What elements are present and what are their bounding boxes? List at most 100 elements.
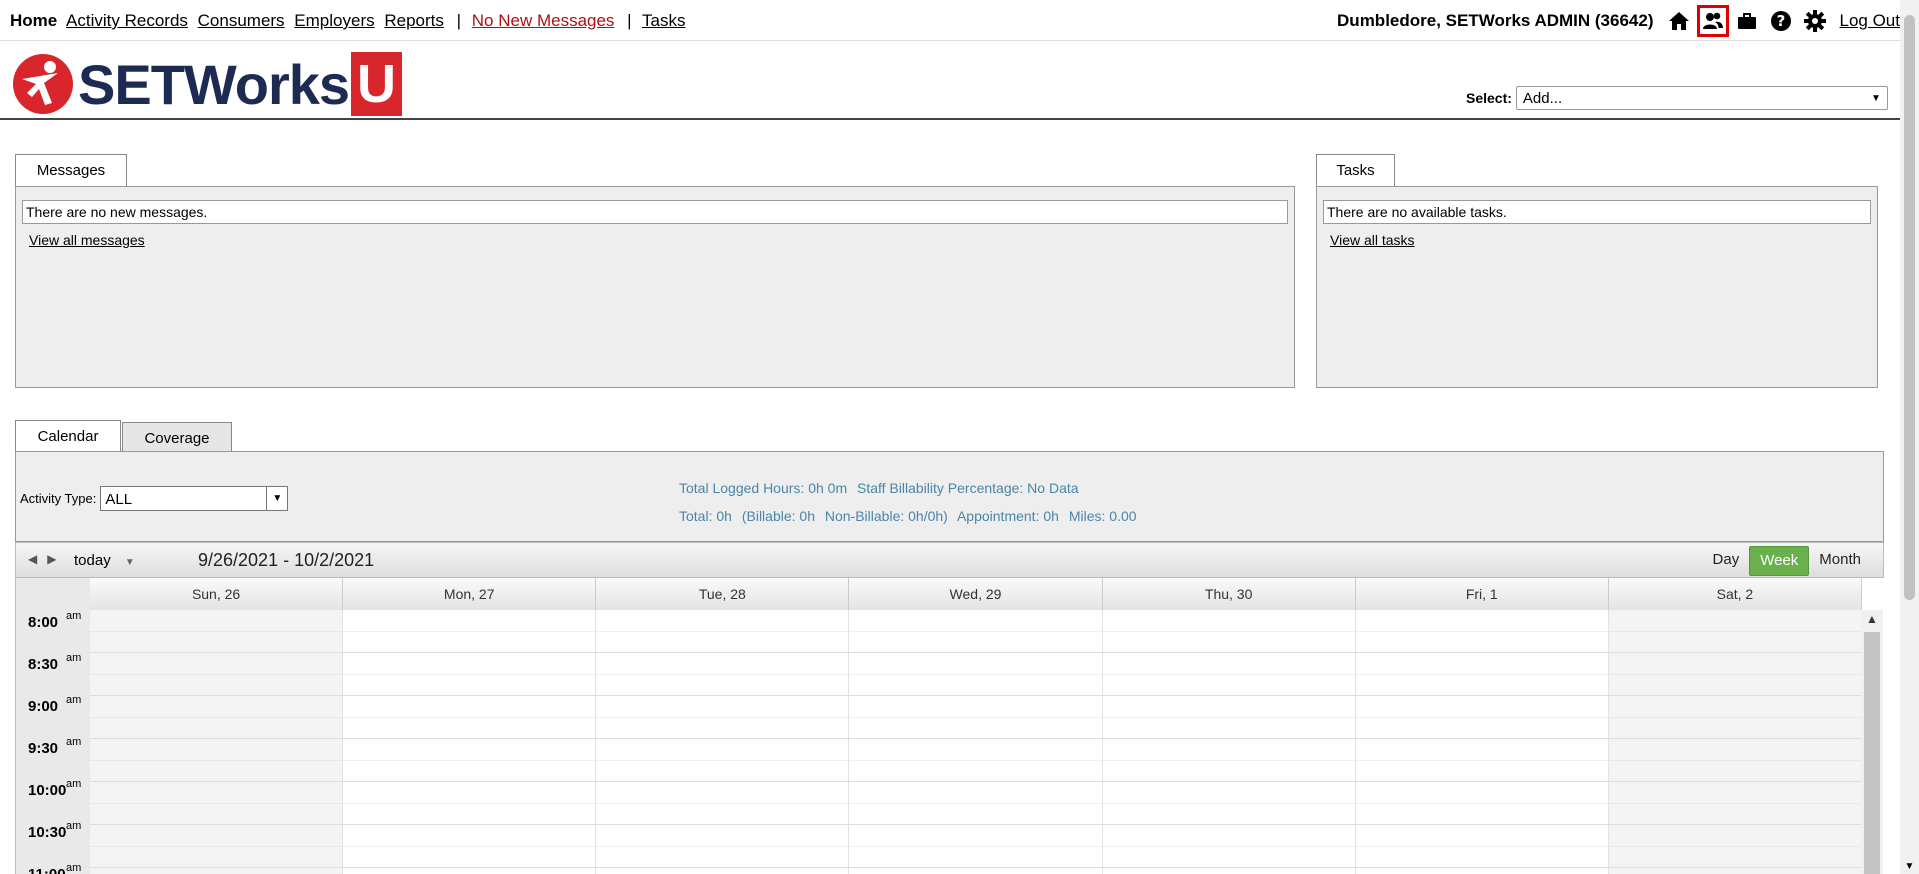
page-scroll-thumb[interactable]	[1904, 15, 1915, 600]
calendar-cell[interactable]	[596, 653, 850, 695]
activity-type-select[interactable]: ALL ▼	[100, 486, 289, 511]
calendar-cell[interactable]	[1102, 653, 1356, 695]
calendar-cell[interactable]	[1608, 610, 1862, 652]
calendar-cell[interactable]	[1355, 825, 1609, 867]
calendar-cell[interactable]	[596, 739, 850, 781]
view-week-button[interactable]: Week	[1749, 546, 1810, 576]
calendar-cell[interactable]	[90, 653, 344, 695]
help-icon[interactable]: ?	[1766, 6, 1796, 36]
miles: Miles: 0.00	[1068, 508, 1137, 524]
calendar-cell[interactable]	[596, 696, 850, 738]
briefcase-icon[interactable]	[1732, 6, 1762, 36]
nav-activity-records[interactable]: Activity Records	[66, 11, 188, 30]
calendar-cell[interactable]	[849, 653, 1103, 695]
calendar-cell[interactable]	[1355, 610, 1609, 652]
nav-consumers[interactable]: Consumers	[198, 11, 285, 30]
calendar-cell[interactable]	[1355, 653, 1609, 695]
setworks-logo[interactable]: SETWorks U	[12, 52, 403, 116]
calendar-cell[interactable]	[343, 696, 597, 738]
activity-type-label: Activity Type:	[20, 491, 97, 506]
tab-coverage[interactable]: Coverage	[122, 422, 232, 452]
calendar-cell[interactable]	[849, 739, 1103, 781]
billable-hours: (Billable: 0h	[741, 508, 815, 524]
calendar-cell[interactable]	[1102, 782, 1356, 824]
view-month-button[interactable]: Month	[1809, 546, 1871, 574]
calendar-cell[interactable]	[90, 782, 344, 824]
time-ampm: am	[66, 820, 82, 832]
calendar-cell[interactable]	[1102, 696, 1356, 738]
calendar-cell[interactable]	[90, 825, 344, 867]
prev-week-icon[interactable]: ◀	[28, 552, 37, 566]
time-slot-row	[90, 653, 1862, 696]
calendar-cell[interactable]	[1355, 868, 1609, 874]
time-hour: 8:30	[28, 656, 59, 673]
time-hour: 9:30	[28, 740, 59, 757]
chevron-down-icon[interactable]: ▼	[1900, 861, 1919, 872]
calendar-cell[interactable]	[1608, 825, 1862, 867]
today-button[interactable]: today ▼	[74, 552, 135, 569]
day-header: Thu, 30	[1103, 578, 1356, 610]
calendar-cell[interactable]	[849, 782, 1103, 824]
calendar-cell[interactable]	[596, 825, 850, 867]
home-icon[interactable]	[1664, 6, 1694, 36]
calendar-cell[interactable]	[343, 825, 597, 867]
calendar-cell[interactable]	[1608, 653, 1862, 695]
calendar-cell[interactable]	[849, 696, 1103, 738]
nav-employers[interactable]: Employers	[294, 11, 374, 30]
day-header: Fri, 1	[1356, 578, 1609, 610]
logo-u: U	[351, 52, 403, 116]
calendar-scrollbar[interactable]: ▲	[1861, 610, 1883, 874]
calendar-cell[interactable]	[849, 868, 1103, 874]
view-all-tasks-link[interactable]: View all tasks	[1330, 232, 1415, 248]
next-week-icon[interactable]: ▶	[47, 552, 56, 566]
calendar-cell[interactable]	[1355, 696, 1609, 738]
calendar-cell[interactable]	[1102, 739, 1356, 781]
time-hour: 10:00	[28, 782, 67, 799]
calendar-cell[interactable]	[90, 868, 344, 874]
tasks-panel: There are no available tasks. View all t…	[1316, 186, 1878, 388]
calendar-cell[interactable]	[343, 868, 597, 874]
calendar-cell[interactable]	[849, 825, 1103, 867]
calendar-cell[interactable]	[1102, 825, 1356, 867]
calendar-cell[interactable]	[596, 868, 850, 874]
tab-calendar[interactable]: Calendar	[15, 420, 121, 452]
calendar-scroll-thumb[interactable]	[1864, 632, 1880, 874]
add-select[interactable]: Add... ▼	[1515, 86, 1888, 110]
chevron-up-icon[interactable]: ▲	[1861, 612, 1883, 626]
nav-tasks[interactable]: Tasks	[642, 11, 685, 30]
select-label: Select:	[1466, 90, 1512, 106]
users-icon[interactable]	[1696, 5, 1729, 37]
nav-separator: |	[456, 11, 462, 30]
calendar-cell[interactable]	[596, 610, 850, 652]
calendar-cell[interactable]	[596, 782, 850, 824]
tab-tasks[interactable]: Tasks	[1316, 154, 1395, 186]
gear-icon[interactable]	[1800, 6, 1830, 36]
calendar-cell[interactable]	[343, 653, 597, 695]
nav-home[interactable]: Home	[10, 11, 57, 30]
calendar-cell[interactable]	[90, 696, 344, 738]
calendar-cell[interactable]	[1608, 696, 1862, 738]
calendar-cell[interactable]	[1102, 868, 1356, 874]
calendar-cell[interactable]	[90, 739, 344, 781]
logout-link[interactable]: Log Out	[1840, 11, 1901, 31]
chevron-down-icon[interactable]: ▼	[266, 487, 287, 510]
calendar-cell[interactable]	[1608, 739, 1862, 781]
calendar-cell[interactable]	[1608, 868, 1862, 874]
calendar-cell[interactable]	[343, 739, 597, 781]
user-name: Dumbledore, SETWorks ADMIN (36642)	[1337, 11, 1654, 30]
nav-reports[interactable]: Reports	[384, 11, 444, 30]
calendar-cell[interactable]	[343, 782, 597, 824]
calendar-cell[interactable]	[1608, 782, 1862, 824]
time-hour: 8:00	[28, 614, 59, 631]
view-all-messages-link[interactable]: View all messages	[29, 232, 145, 248]
calendar-cell[interactable]	[90, 610, 344, 652]
calendar-cell[interactable]	[1102, 610, 1356, 652]
calendar-cell[interactable]	[1355, 739, 1609, 781]
page-scrollbar[interactable]: ▼	[1900, 0, 1919, 874]
calendar-cell[interactable]	[849, 610, 1103, 652]
calendar-cell[interactable]	[1355, 782, 1609, 824]
calendar-cell[interactable]	[343, 610, 597, 652]
nav-messages[interactable]: No New Messages	[472, 11, 615, 30]
view-day-button[interactable]: Day	[1703, 546, 1750, 574]
tab-messages[interactable]: Messages	[15, 154, 127, 186]
